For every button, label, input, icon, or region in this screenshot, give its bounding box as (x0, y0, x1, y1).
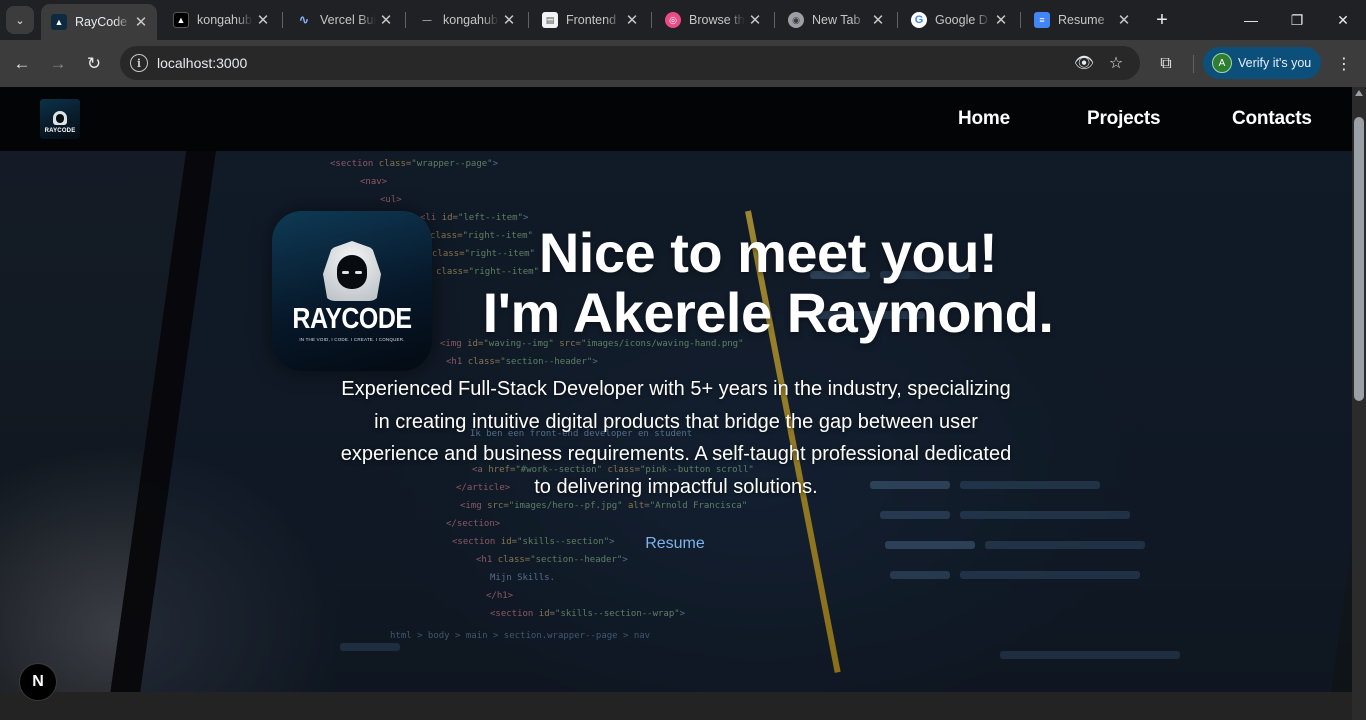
close-icon: ✕ (1337, 11, 1349, 28)
tab-dribbble[interactable]: ◎ Browse th ✕ (655, 4, 771, 36)
close-tab-icon[interactable]: ✕ (868, 10, 888, 30)
google-g-icon: G (911, 12, 927, 28)
site-info-icon[interactable]: i (130, 54, 148, 72)
nav-home-link[interactable]: Home (958, 108, 1010, 130)
minimize-button[interactable]: — (1228, 0, 1274, 40)
arrow-right-icon: → (49, 54, 67, 73)
tab-title: New Tab (812, 13, 861, 27)
site-logo[interactable]: RAYCODE (40, 99, 80, 139)
chrome-logo-icon: ◉ (788, 12, 804, 28)
arrow-left-icon: ← (13, 54, 31, 73)
tab-separator (405, 12, 406, 28)
document-page-icon: ▤ (542, 12, 558, 28)
tab-separator (1020, 12, 1021, 28)
site-header: RAYCODE Home Projects Contacts (0, 87, 1352, 151)
close-window-button[interactable]: ✕ (1320, 0, 1366, 40)
tab-google-docs[interactable]: G Google D ✕ (901, 4, 1017, 36)
close-tab-icon[interactable]: ✕ (991, 10, 1011, 30)
resume-link[interactable]: Resume (620, 535, 730, 553)
close-tab-icon[interactable]: ✕ (1114, 10, 1134, 30)
reload-icon: ↻ (86, 54, 102, 73)
scrollbar-thumb[interactable] (1354, 117, 1364, 401)
raycode-favicon-icon: ▲ (51, 14, 67, 30)
verify-label: Verify it's you (1238, 56, 1312, 70)
tab-kongahub-1[interactable]: ▲ kongahub ✕ (163, 4, 279, 36)
nav-contacts-link[interactable]: Contacts (1232, 108, 1312, 130)
hero-title-line-2: I'm Akerele Raymond. (482, 281, 1054, 344)
tab-separator (651, 12, 652, 28)
vercel-bolt-icon: ∿ (298, 12, 310, 27)
vercel-triangle-icon: ▲ (173, 12, 189, 28)
hero-logo-tagline: IN THE VOID, I CODE. I CREATE. I CONQUER… (299, 337, 405, 342)
tab-separator (528, 12, 529, 28)
hacker-hood-icon (53, 111, 67, 125)
back-button[interactable]: ← (8, 50, 36, 78)
address-url[interactable]: localhost:3000 (157, 55, 247, 71)
tab-title: kongahub (443, 13, 498, 27)
tab-title: RayCode (75, 15, 128, 29)
hero-title: Nice to meet you! I'm Akerele Raymond. (400, 223, 1136, 343)
page-viewport: <section class="wrapper--page"> <nav> <u… (0, 87, 1352, 720)
blank-page-icon: — (422, 15, 432, 25)
restore-icon: ❐ (1290, 11, 1304, 28)
minimize-icon: — (1244, 12, 1258, 28)
restore-button[interactable]: ❐ (1274, 0, 1320, 40)
close-tab-icon[interactable]: ✕ (253, 10, 273, 30)
tab-search-button[interactable]: ⌄ (6, 6, 34, 34)
address-bar[interactable]: i localhost:3000 👁 ☆ (120, 46, 1140, 80)
profile-verify-button[interactable]: A Verify it's you (1203, 47, 1321, 79)
tab-title: Browse th (689, 13, 745, 27)
hero-description: Experienced Full-Stack Developer with 5+… (340, 378, 1012, 498)
tab-raycode[interactable]: ▲ RayCode ✕ (41, 4, 157, 40)
kebab-menu-icon[interactable]: ⋮ (1331, 51, 1357, 77)
tab-vercel-build[interactable]: ∿ Vercel Bui ✕ (286, 4, 402, 36)
hacker-hood-icon (323, 241, 381, 301)
close-tab-icon[interactable]: ✕ (376, 10, 396, 30)
tab-separator (282, 12, 283, 28)
tab-frontend[interactable]: ▤ Frontend ✕ (532, 4, 648, 36)
avatar: A (1212, 53, 1232, 73)
hero-title-line-1: Nice to meet you! (538, 221, 998, 284)
tab-separator (897, 12, 898, 28)
reload-button[interactable]: ↻ (80, 50, 108, 78)
extensions-icon[interactable]: ⧉ (1153, 51, 1179, 77)
forward-button[interactable]: → (44, 50, 72, 78)
toolbar-divider (1193, 55, 1194, 73)
scroll-up-arrow-icon[interactable] (1355, 90, 1363, 96)
new-tab-button[interactable]: + (1150, 8, 1174, 32)
tab-kongahub-2[interactable]: — kongahub ✕ (409, 4, 525, 36)
tab-strip: ⌄ ▲ RayCode ✕ ▲ kongahub ✕ ∿ Vercel Bui … (0, 0, 1366, 40)
hero-logo-text: RAYCODE (292, 302, 412, 336)
site-logo-text: RAYCODE (44, 128, 76, 134)
tab-title: kongahub (197, 13, 252, 27)
nextjs-dev-tools-button[interactable]: N (19, 663, 57, 701)
eye-icon[interactable]: 👁 (1073, 52, 1095, 74)
browser-toolbar: ← → ↻ i localhost:3000 👁 ☆ ⧉ A Verify it… (0, 40, 1366, 87)
close-tab-icon[interactable]: ✕ (745, 10, 765, 30)
chevron-down-icon: ⌄ (15, 14, 25, 27)
page-bottom-strip (0, 692, 1352, 720)
close-tab-icon[interactable]: ✕ (131, 12, 151, 32)
tab-new-tab[interactable]: ◉ New Tab ✕ (778, 4, 894, 36)
page-scrollbar[interactable] (1352, 87, 1366, 720)
dribbble-ball-icon: ◎ (665, 12, 681, 28)
tab-separator (774, 12, 775, 28)
tab-title: Frontend (566, 13, 617, 27)
tab-title: Google D (935, 13, 988, 27)
tab-title: Vercel Bui (320, 13, 376, 27)
star-icon[interactable]: ☆ (1105, 52, 1127, 74)
google-docs-icon: ≡ (1034, 12, 1050, 28)
tab-title: Resume (1058, 13, 1105, 27)
close-tab-icon[interactable]: ✕ (499, 10, 519, 30)
nav-projects-link[interactable]: Projects (1087, 108, 1161, 130)
tab-resume[interactable]: ≡ Resume ✕ (1024, 4, 1140, 36)
plus-icon: + (1156, 8, 1168, 31)
close-tab-icon[interactable]: ✕ (622, 10, 642, 30)
